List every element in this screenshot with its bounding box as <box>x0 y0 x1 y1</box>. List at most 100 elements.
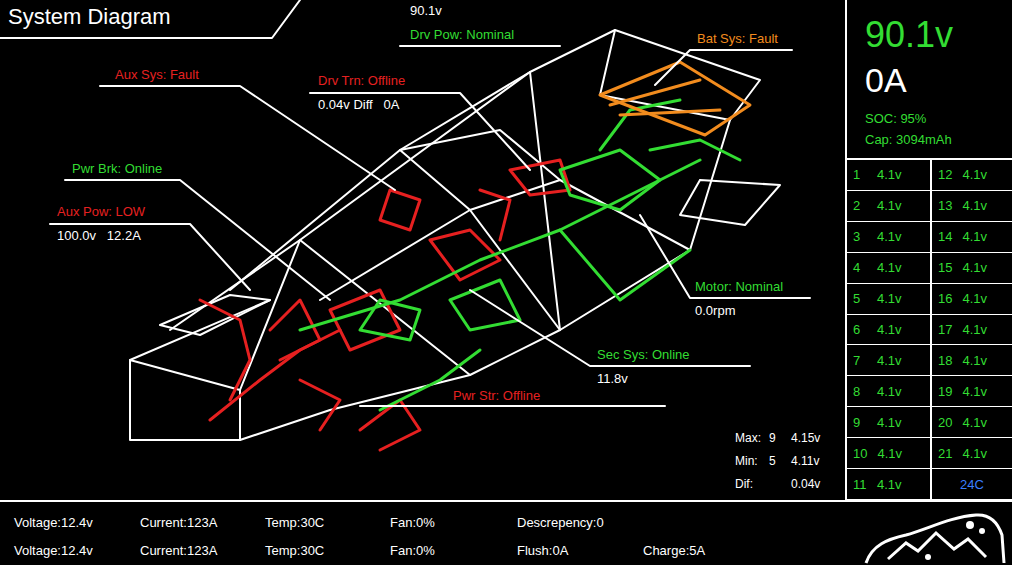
wireframe-line <box>160 295 270 335</box>
cell-index: 8 <box>853 384 867 399</box>
cell-index: 3 <box>853 229 867 244</box>
system-label: Pwr Brk: Online <box>72 161 162 177</box>
system-reading: 90.1v <box>410 3 514 19</box>
cell-index: 7 <box>853 353 867 368</box>
status-rows: Voltage:12.4vCurrent:123ATemp:30CFan:0%D… <box>0 502 858 565</box>
leader-line <box>640 215 810 298</box>
wireframe-line <box>530 72 560 330</box>
online-trace <box>560 150 660 210</box>
cell-item: 7 4.1v <box>847 345 932 376</box>
cell-voltage: 4.1v <box>877 229 902 244</box>
battery-trace <box>620 110 720 115</box>
cell-voltage: 4.1v <box>962 229 987 244</box>
cell-voltage: 4.1v <box>962 260 987 275</box>
cell-voltage: 4.1v <box>877 260 902 275</box>
extreme-cell: 5 <box>769 453 791 469</box>
fault-trace <box>270 300 320 360</box>
cell-index: 1 <box>853 167 867 182</box>
cell-item: 174.1v <box>932 315 1012 346</box>
online-trace <box>300 160 700 330</box>
cell-voltage: 4.1v <box>877 291 902 306</box>
system-status: Aux Pow: LOW <box>57 204 145 220</box>
cell-index: 21 <box>938 446 952 461</box>
pack-summary: 90.1v0ASOC: 95%Cap: 3094mAh <box>847 0 1012 160</box>
pack-voltage: 90.1v <box>865 14 1012 56</box>
cell-item: 8 4.1v <box>847 376 932 407</box>
cell-index: 14 <box>938 229 952 244</box>
online-trace <box>600 100 680 150</box>
extreme-value: 4.11v <box>791 453 820 469</box>
leader-line <box>655 50 792 85</box>
wireframe-line <box>400 130 560 210</box>
cell-item: 114.1v <box>847 469 932 500</box>
system-label: Aux Sys: Fault <box>115 67 199 83</box>
cell-index: 5 <box>853 291 867 306</box>
status-item: Temp:30C <box>265 509 390 537</box>
status-item: Descrepency:0 <box>517 509 643 537</box>
status-item: Fan:0% <box>390 537 517 565</box>
cell-voltage: 4.1v <box>962 353 987 368</box>
cell-index: 19 <box>938 384 952 399</box>
pack-soc: SOC: 95% <box>865 108 1012 129</box>
wireframe-line <box>130 360 240 440</box>
system-status: Pwr Str: Offline <box>453 388 540 404</box>
extreme-label: Min: <box>735 453 769 469</box>
pack-panel: 90.1v0ASOC: 95%Cap: 3094mAh 1 4.1v 2 4.1v 3 4.… <box>845 0 1012 500</box>
system-status: Pwr Brk: Online <box>72 161 162 177</box>
status-row: Voltage:12.4vCurrent:123ATemp:30CFan:0%F… <box>14 537 858 565</box>
cell-item: 3 4.1v <box>847 222 932 253</box>
status-item: Voltage:12.4v <box>14 537 140 565</box>
system-label: Drv Pow: Nominal 90.1v <box>410 3 514 43</box>
cell-voltage: 4.1v <box>877 415 902 430</box>
extreme-value: 4.15v <box>791 430 820 446</box>
cell-voltage: 4.1v <box>877 384 902 399</box>
cell-voltage: 4.1v <box>962 415 987 430</box>
status-item: Charge:5A <box>643 537 858 565</box>
fault-trace <box>480 190 510 240</box>
cell-voltage: 4.1v <box>877 198 902 213</box>
cell-item: 214.1v <box>932 438 1012 469</box>
cell-extremes: Max:94.15vMin:54.11vDif:0.04v <box>735 430 820 492</box>
fault-trace <box>510 160 570 195</box>
extreme-label: Dif: <box>735 476 769 492</box>
system-reading: 11.8v <box>597 371 690 387</box>
cell-item: 184.1v <box>932 345 1012 376</box>
cell-item: 194.1v <box>932 376 1012 407</box>
status-item: Fan:0% <box>390 509 517 537</box>
cell-voltage: 4.1v <box>962 167 987 182</box>
extreme-cell <box>769 476 791 492</box>
cell-index: 10 <box>853 446 867 461</box>
cell-index: 9 <box>853 415 867 430</box>
cell-index: 2 <box>853 198 867 213</box>
cell-index: 13 <box>938 198 952 213</box>
system-reading: 0.04v Diff 0A <box>318 97 405 113</box>
cell-item: 10 4.1v <box>847 438 932 469</box>
cell-item: 124.1v <box>932 160 1012 191</box>
system-reading: 0.0rpm <box>695 303 783 319</box>
system-label: Bat Sys: Fault <box>697 31 778 47</box>
online-trace <box>360 300 420 340</box>
system-status: Motor: Nominal <box>695 279 783 295</box>
cell-voltage: 4.1v <box>877 446 902 461</box>
system-label: Pwr Str: Offline <box>453 388 540 404</box>
status-bar: Voltage:12.4vCurrent:123ATemp:30CFan:0%D… <box>0 500 1012 565</box>
fault-trace <box>380 190 420 230</box>
dashboard: System DiagramDrv Pow: Nominal90.1vBat S… <box>0 0 1012 565</box>
fault-trace <box>360 400 420 450</box>
cell-index: 16 <box>938 291 952 306</box>
system-status: Drv Pow: Nominal <box>410 27 514 43</box>
cell-item: 2 4.1v <box>847 191 932 222</box>
leader-line <box>360 405 665 407</box>
cell-voltage: 4.1v <box>877 477 902 492</box>
cell-item: 9 4.1v <box>847 407 932 438</box>
cell-voltage: 4.1v <box>877 353 902 368</box>
system-diagram: System DiagramDrv Pow: Nominal90.1vBat S… <box>0 0 845 500</box>
cell-item: 44.1v <box>847 253 932 284</box>
cell-item: 5 4.1v <box>847 284 932 315</box>
status-item: Voltage:12.4v <box>14 509 140 537</box>
fault-trace <box>200 300 250 400</box>
cell-item: 164.1v <box>932 284 1012 315</box>
system-label: Aux Pow: LOW100.0v 12.2A <box>57 204 145 244</box>
battery-trace <box>600 62 750 135</box>
cell-index: 20 <box>938 415 952 430</box>
